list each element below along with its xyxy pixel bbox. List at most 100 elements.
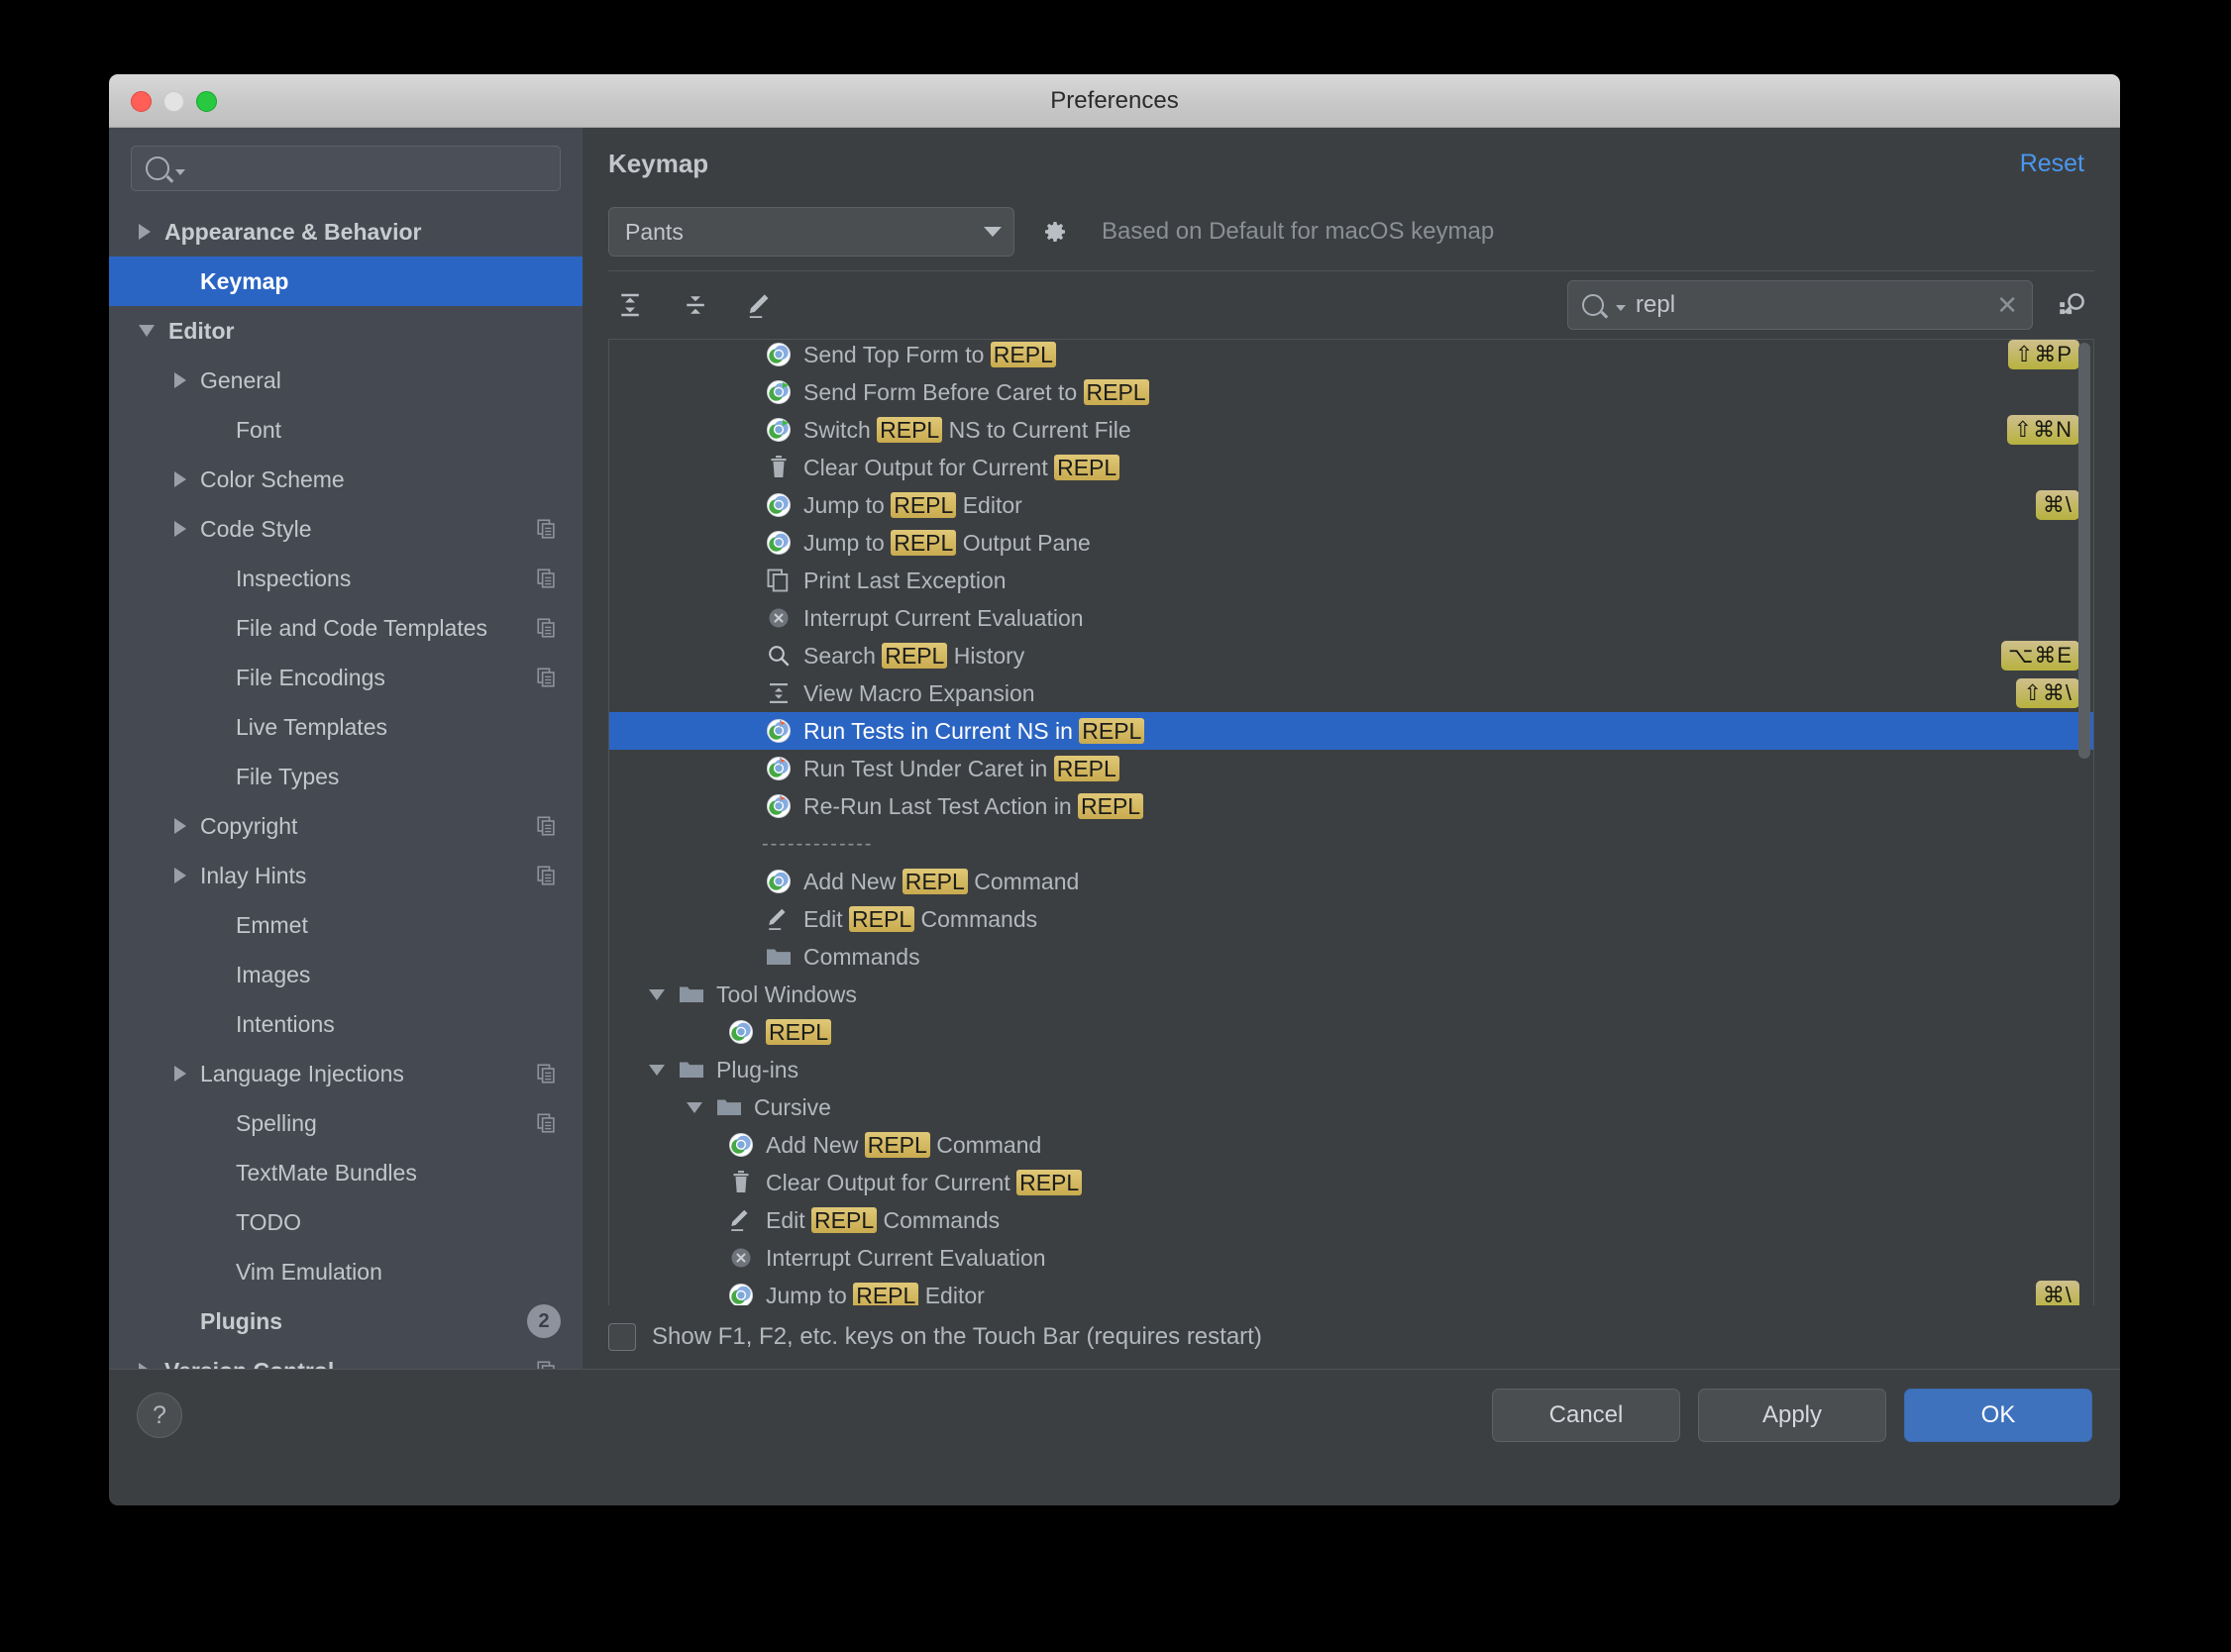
copy-settings-icon[interactable] bbox=[537, 519, 557, 539]
table-row[interactable]: Add New REPL Command bbox=[609, 1126, 2093, 1164]
copy-settings-icon[interactable] bbox=[537, 816, 557, 836]
sidebar-item-keymap[interactable]: Keymap bbox=[109, 257, 583, 306]
table-row[interactable]: Tool Windows bbox=[609, 976, 2093, 1013]
sidebar-item-appearance-behavior[interactable]: Appearance & Behavior bbox=[109, 207, 583, 257]
gear-icon[interactable] bbox=[1040, 217, 1070, 247]
help-button[interactable]: ? bbox=[137, 1393, 182, 1438]
table-row[interactable]: Clear Output for Current REPL bbox=[609, 1164, 2093, 1201]
sidebar-item-spelling[interactable]: Spelling bbox=[109, 1098, 583, 1148]
copy-settings-icon[interactable] bbox=[537, 668, 557, 687]
sidebar-item-file-encodings[interactable]: File Encodings bbox=[109, 653, 583, 702]
sidebar-item-general[interactable]: General bbox=[109, 356, 583, 405]
action-name: Send Top Form to REPL bbox=[803, 341, 1056, 368]
chevron-right-icon[interactable] bbox=[174, 471, 186, 487]
sidebar-item-inspections[interactable]: Inspections bbox=[109, 554, 583, 603]
chevron-down-icon[interactable] bbox=[649, 988, 665, 1000]
sidebar-item-language-injections[interactable]: Language Injections bbox=[109, 1049, 583, 1098]
chevron-right-icon[interactable] bbox=[174, 521, 186, 537]
expand-all-icon[interactable] bbox=[608, 283, 652, 327]
action-name-text: Run Tests in Current NS in bbox=[803, 717, 1080, 744]
table-row[interactable]: Print Last Exception bbox=[609, 562, 2093, 599]
chevron-right-icon[interactable] bbox=[139, 1363, 151, 1369]
sidebar-item-vim-emulation[interactable]: Vim Emulation bbox=[109, 1247, 583, 1296]
table-row[interactable]: Plug-ins bbox=[609, 1051, 2093, 1088]
table-row[interactable]: Run Tests in Current NS in REPL bbox=[609, 712, 2093, 750]
sidebar-item-color-scheme[interactable]: Color Scheme bbox=[109, 455, 583, 504]
table-row[interactable]: Run Test Under Caret in REPL bbox=[609, 750, 2093, 787]
keymap-select[interactable]: Pants bbox=[608, 207, 1014, 257]
sidebar-item-emmet[interactable]: Emmet bbox=[109, 900, 583, 950]
touchbar-checkbox[interactable] bbox=[608, 1323, 636, 1351]
sidebar-item-live-templates[interactable]: Live Templates bbox=[109, 702, 583, 752]
copy-settings-icon[interactable] bbox=[537, 618, 557, 638]
chevron-down-icon[interactable] bbox=[649, 1064, 665, 1076]
table-row[interactable]: Interrupt Current Evaluation bbox=[609, 1239, 2093, 1277]
ok-button[interactable]: OK bbox=[1904, 1389, 2092, 1442]
list-scrollbar[interactable] bbox=[2078, 343, 2090, 759]
sidebar-item-font[interactable]: Font bbox=[109, 405, 583, 455]
table-row[interactable]: Clear Output for Current REPL bbox=[609, 449, 2093, 486]
cancel-button[interactable]: Cancel bbox=[1492, 1389, 1680, 1442]
clear-icon[interactable]: ✕ bbox=[1996, 292, 2018, 318]
copy-settings-icon[interactable] bbox=[537, 1064, 557, 1084]
chevron-right-icon[interactable] bbox=[139, 224, 151, 240]
table-row[interactable]: View Macro Expansion ⇧⌘\ bbox=[609, 674, 2093, 712]
zoom-button[interactable] bbox=[196, 91, 217, 112]
apply-button[interactable]: Apply bbox=[1698, 1389, 1886, 1442]
table-row[interactable]: Interrupt Current Evaluation bbox=[609, 599, 2093, 637]
chevron-right-icon[interactable] bbox=[174, 868, 186, 883]
sidebar-item-file-types[interactable]: File Types bbox=[109, 752, 583, 801]
sidebar-item-inlay-hints[interactable]: Inlay Hints bbox=[109, 851, 583, 900]
action-name: REPL bbox=[766, 1018, 832, 1046]
table-row[interactable]: Send Form Before Caret to REPL bbox=[609, 373, 2093, 411]
sidebar-item-version-control[interactable]: Version Control bbox=[109, 1346, 583, 1369]
collapse-all-icon[interactable] bbox=[674, 283, 717, 327]
sidebar-item-textmate-bundles[interactable]: TextMate Bundles bbox=[109, 1148, 583, 1197]
action-name-text: Interrupt Current Evaluation bbox=[803, 604, 1084, 631]
table-row[interactable]: Edit REPL Commands bbox=[609, 1201, 2093, 1239]
table-row[interactable]: Send Top Form to REPL ⇧⌘P bbox=[609, 340, 2093, 373]
copy-settings-icon[interactable] bbox=[537, 1113, 557, 1133]
keymap-actions-rows: Send Top Form to REPL ⇧⌘P Send Form Before… bbox=[609, 340, 2093, 1305]
chevron-down-icon[interactable] bbox=[687, 1101, 702, 1113]
chevron-right-icon[interactable] bbox=[174, 1066, 186, 1082]
close-button[interactable] bbox=[131, 91, 152, 112]
sidebar-item-editor[interactable]: Editor bbox=[109, 306, 583, 356]
table-row[interactable]: Cursive bbox=[609, 1088, 2093, 1126]
trash-icon bbox=[724, 1170, 758, 1195]
sidebar-item-intentions[interactable]: Intentions bbox=[109, 999, 583, 1049]
keymap-search-input[interactable]: repl ✕ bbox=[1567, 280, 2033, 330]
cursive-repl-icon bbox=[762, 342, 796, 367]
table-row[interactable]: Switch REPL NS to Current File ⇧⌘N bbox=[609, 411, 2093, 449]
minimize-button[interactable] bbox=[163, 91, 184, 112]
sidebar-item-code-style[interactable]: Code Style bbox=[109, 504, 583, 554]
keymap-actions-list[interactable]: Send Top Form to REPL ⇧⌘P Send Form Before… bbox=[608, 339, 2094, 1305]
table-row[interactable]: Commands bbox=[609, 938, 2093, 976]
sidebar-item-images[interactable]: Images bbox=[109, 950, 583, 999]
sidebar-item-copyright[interactable]: Copyright bbox=[109, 801, 583, 851]
chevron-right-icon[interactable] bbox=[174, 372, 186, 388]
chevron-right-icon[interactable] bbox=[174, 818, 186, 834]
find-actions-icon[interactable] bbox=[2051, 283, 2094, 327]
copy-settings-icon[interactable] bbox=[537, 866, 557, 885]
footer-buttons: Cancel Apply OK bbox=[1492, 1389, 2092, 1442]
sidebar-item-file-and-code-templates[interactable]: File and Code Templates bbox=[109, 603, 583, 653]
action-name-text: Print Last Exception bbox=[803, 567, 1007, 593]
touchbar-checkbox-row[interactable]: Show F1, F2, etc. keys on the Touch Bar … bbox=[583, 1305, 2120, 1369]
reset-link[interactable]: Reset bbox=[2020, 150, 2084, 178]
table-row[interactable]: Edit REPL Commands bbox=[609, 900, 2093, 938]
sidebar-item-plugins[interactable]: Plugins 2 bbox=[109, 1296, 583, 1346]
sidebar-item-todo[interactable]: TODO bbox=[109, 1197, 583, 1247]
table-row[interactable]: Jump to REPL Output Pane bbox=[609, 524, 2093, 562]
chevron-down-icon[interactable] bbox=[139, 325, 155, 337]
table-row[interactable]: Re-Run Last Test Action in REPL bbox=[609, 787, 2093, 825]
table-row[interactable]: Add New REPL Command bbox=[609, 863, 2093, 900]
table-row[interactable]: REPL bbox=[609, 1013, 2093, 1051]
edit-pencil-icon[interactable] bbox=[739, 283, 783, 327]
table-row[interactable]: Jump to REPL Editor ⌘\ bbox=[609, 486, 2093, 524]
table-row[interactable]: Search REPL History ⌥⌘E bbox=[609, 637, 2093, 674]
table-row[interactable]: Jump to REPL Editor ⌘\ bbox=[609, 1277, 2093, 1305]
copy-settings-icon[interactable] bbox=[537, 568, 557, 588]
sidebar-search-input[interactable] bbox=[131, 146, 561, 191]
copy-settings-icon[interactable] bbox=[537, 1361, 557, 1369]
